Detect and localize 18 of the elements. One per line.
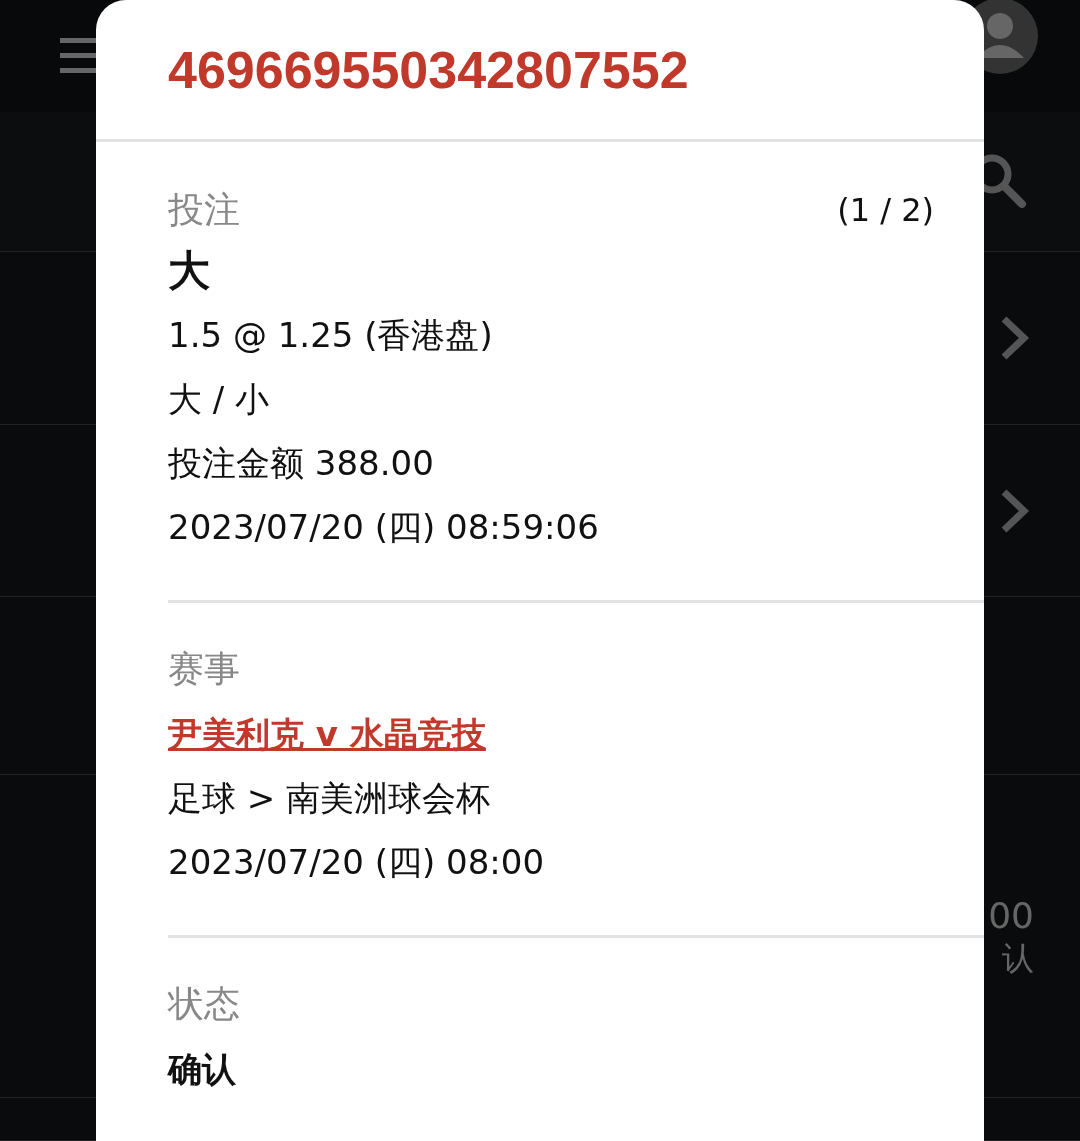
chevron-right-icon: [1000, 315, 1030, 361]
placed-time: 2023/07/20 (四) 08:59:06: [168, 510, 600, 544]
section-label: 投注: [168, 192, 240, 228]
competition-text: 足球 > 南美洲球会杯: [168, 781, 492, 815]
odds-text: 1.5 @ 1.25 (香港盘): [168, 318, 494, 352]
match-link[interactable]: 尹美利克 v 水晶竞技: [168, 717, 486, 751]
stake-text: 投注金额 388.00: [168, 446, 435, 480]
kickoff-time: 2023/07/20 (四) 08:00: [168, 845, 546, 879]
ticket-number: 469669550342807552: [168, 43, 689, 96]
status-value: 确认: [168, 1052, 237, 1086]
market-text: 大 / 小: [168, 382, 271, 416]
bet-selection: 大: [168, 250, 211, 292]
amount-text: 00: [988, 898, 1034, 934]
chevron-right-icon: [1000, 487, 1030, 534]
section-label: 赛事: [168, 651, 241, 687]
section-label: 状态: [168, 986, 241, 1022]
status-text: 认: [1002, 942, 1034, 974]
page-indicator: (1 / 2): [837, 194, 934, 226]
